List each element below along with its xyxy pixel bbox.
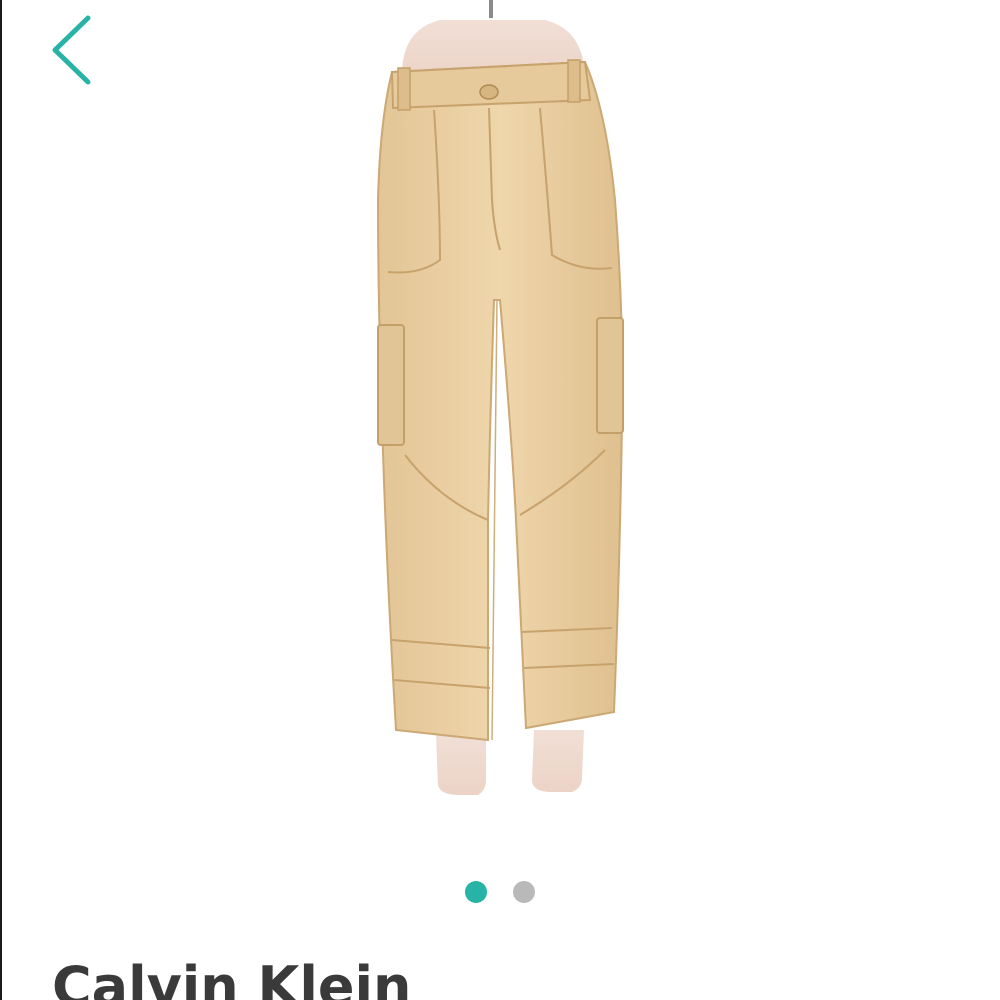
pager-dot-1[interactable] [465,881,487,903]
product-brand: Calvin Klein [52,955,412,1000]
product-image[interactable] [0,0,1000,860]
product-screen: Calvin Klein [0,0,1000,1000]
screen-edge-divider [0,0,2,1000]
chevron-left-icon [40,8,110,92]
back-button[interactable] [40,8,110,92]
pager-dot-2[interactable] [513,881,535,903]
image-pager [0,880,1000,904]
